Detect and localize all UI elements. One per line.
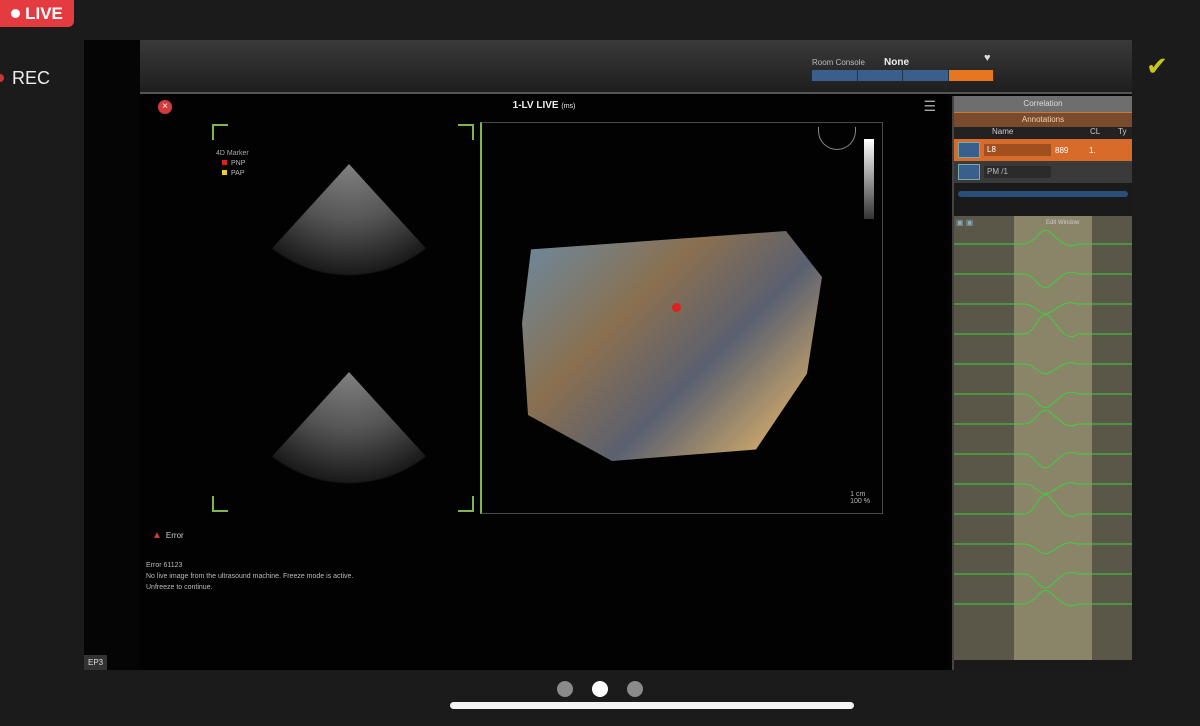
signal-trace: [954, 482, 1132, 495]
tab-annotations[interactable]: Annotations: [954, 112, 1132, 127]
scale-label: 1 cm 100 %: [850, 491, 870, 505]
marker-dot: [672, 303, 681, 312]
2d-echo-panel[interactable]: 4D Marker PNP PAP: [212, 124, 474, 512]
annotation-scrollbar[interactable]: [958, 191, 1128, 197]
viewer-title: 1-LV LIVE (ms): [512, 100, 576, 111]
echo-viewer: × 1-LV LIVE (ms) ☰ 4D Marker PNP PAP 1 c…: [140, 94, 948, 670]
echo-sector-bottom: [244, 372, 454, 500]
annotation-row[interactable]: L8 889 1.: [954, 139, 1132, 161]
signal-traces: [954, 229, 1132, 607]
orientation-icon: [818, 127, 856, 150]
signal-trace: [954, 314, 1132, 337]
page-dot[interactable]: [557, 681, 573, 697]
shared-screen: Room Console None ♥ ✔ × 1-LV LIVE (ms) ☰…: [84, 40, 1168, 670]
page-indicator[interactable]: [557, 681, 643, 697]
ep-label: EP3: [84, 655, 108, 670]
settings-icon[interactable]: ☰: [923, 98, 936, 115]
marker-item: PAP: [222, 170, 245, 177]
room-console-value: None: [884, 57, 909, 68]
ecg-signals: ▣ ▣ Edit Window: [954, 216, 1132, 660]
room-console-label: Room Console: [812, 58, 865, 67]
room-status-strip[interactable]: [812, 70, 994, 81]
marker-title: 4D Marker: [216, 150, 249, 157]
signal-trace: [954, 589, 1132, 607]
pm-icon[interactable]: [958, 164, 980, 180]
signal-trace: [954, 271, 1132, 289]
signal-trace: [954, 409, 1132, 427]
annotation-sidebar: Correlation Annotations Name CL Ty L8 889 …: [952, 96, 1132, 670]
signal-trace: [954, 362, 1132, 375]
3d-volume-render: [522, 231, 822, 461]
grayscale-bar: [864, 139, 874, 219]
page-dot[interactable]: [627, 681, 643, 697]
home-indicator[interactable]: [450, 702, 854, 709]
app-topbar: Room Console None ♥ ✔: [140, 40, 1168, 94]
signal-trace: [954, 542, 1132, 555]
page-dot[interactable]: [592, 681, 608, 697]
rec-label: REC: [12, 68, 51, 88]
warning-icon: ▲: [152, 530, 162, 541]
error-indicator: ▲ Error: [152, 530, 184, 541]
heart-icon: ♥: [984, 52, 991, 64]
live-badge[interactable]: LIVE: [0, 0, 74, 27]
3d-volume-panel[interactable]: 1 cm 100 %: [480, 122, 883, 514]
status-messages: Error 61123 No live image from the ultra…: [146, 562, 354, 591]
record-dot-icon: [11, 9, 21, 18]
tab-correlation[interactable]: Correlation: [954, 96, 1132, 112]
signal-trace: [954, 302, 1132, 315]
signal-trace: [954, 494, 1132, 517]
signal-trace: [954, 571, 1132, 589]
live-label: LIVE: [25, 3, 63, 23]
annotation-row[interactable]: PM /1: [954, 161, 1132, 183]
marker-item: PNP: [222, 160, 245, 167]
check-icon[interactable]: ✔: [1140, 52, 1174, 80]
echo-sector-top: [244, 164, 454, 292]
rec-dot-icon: [0, 74, 4, 82]
signal-trace: [954, 229, 1132, 247]
signal-trace: [954, 391, 1132, 409]
signal-trace: [954, 451, 1132, 469]
eye-icon[interactable]: [958, 142, 980, 158]
annotation-columns: Name CL Ty: [954, 127, 1132, 139]
